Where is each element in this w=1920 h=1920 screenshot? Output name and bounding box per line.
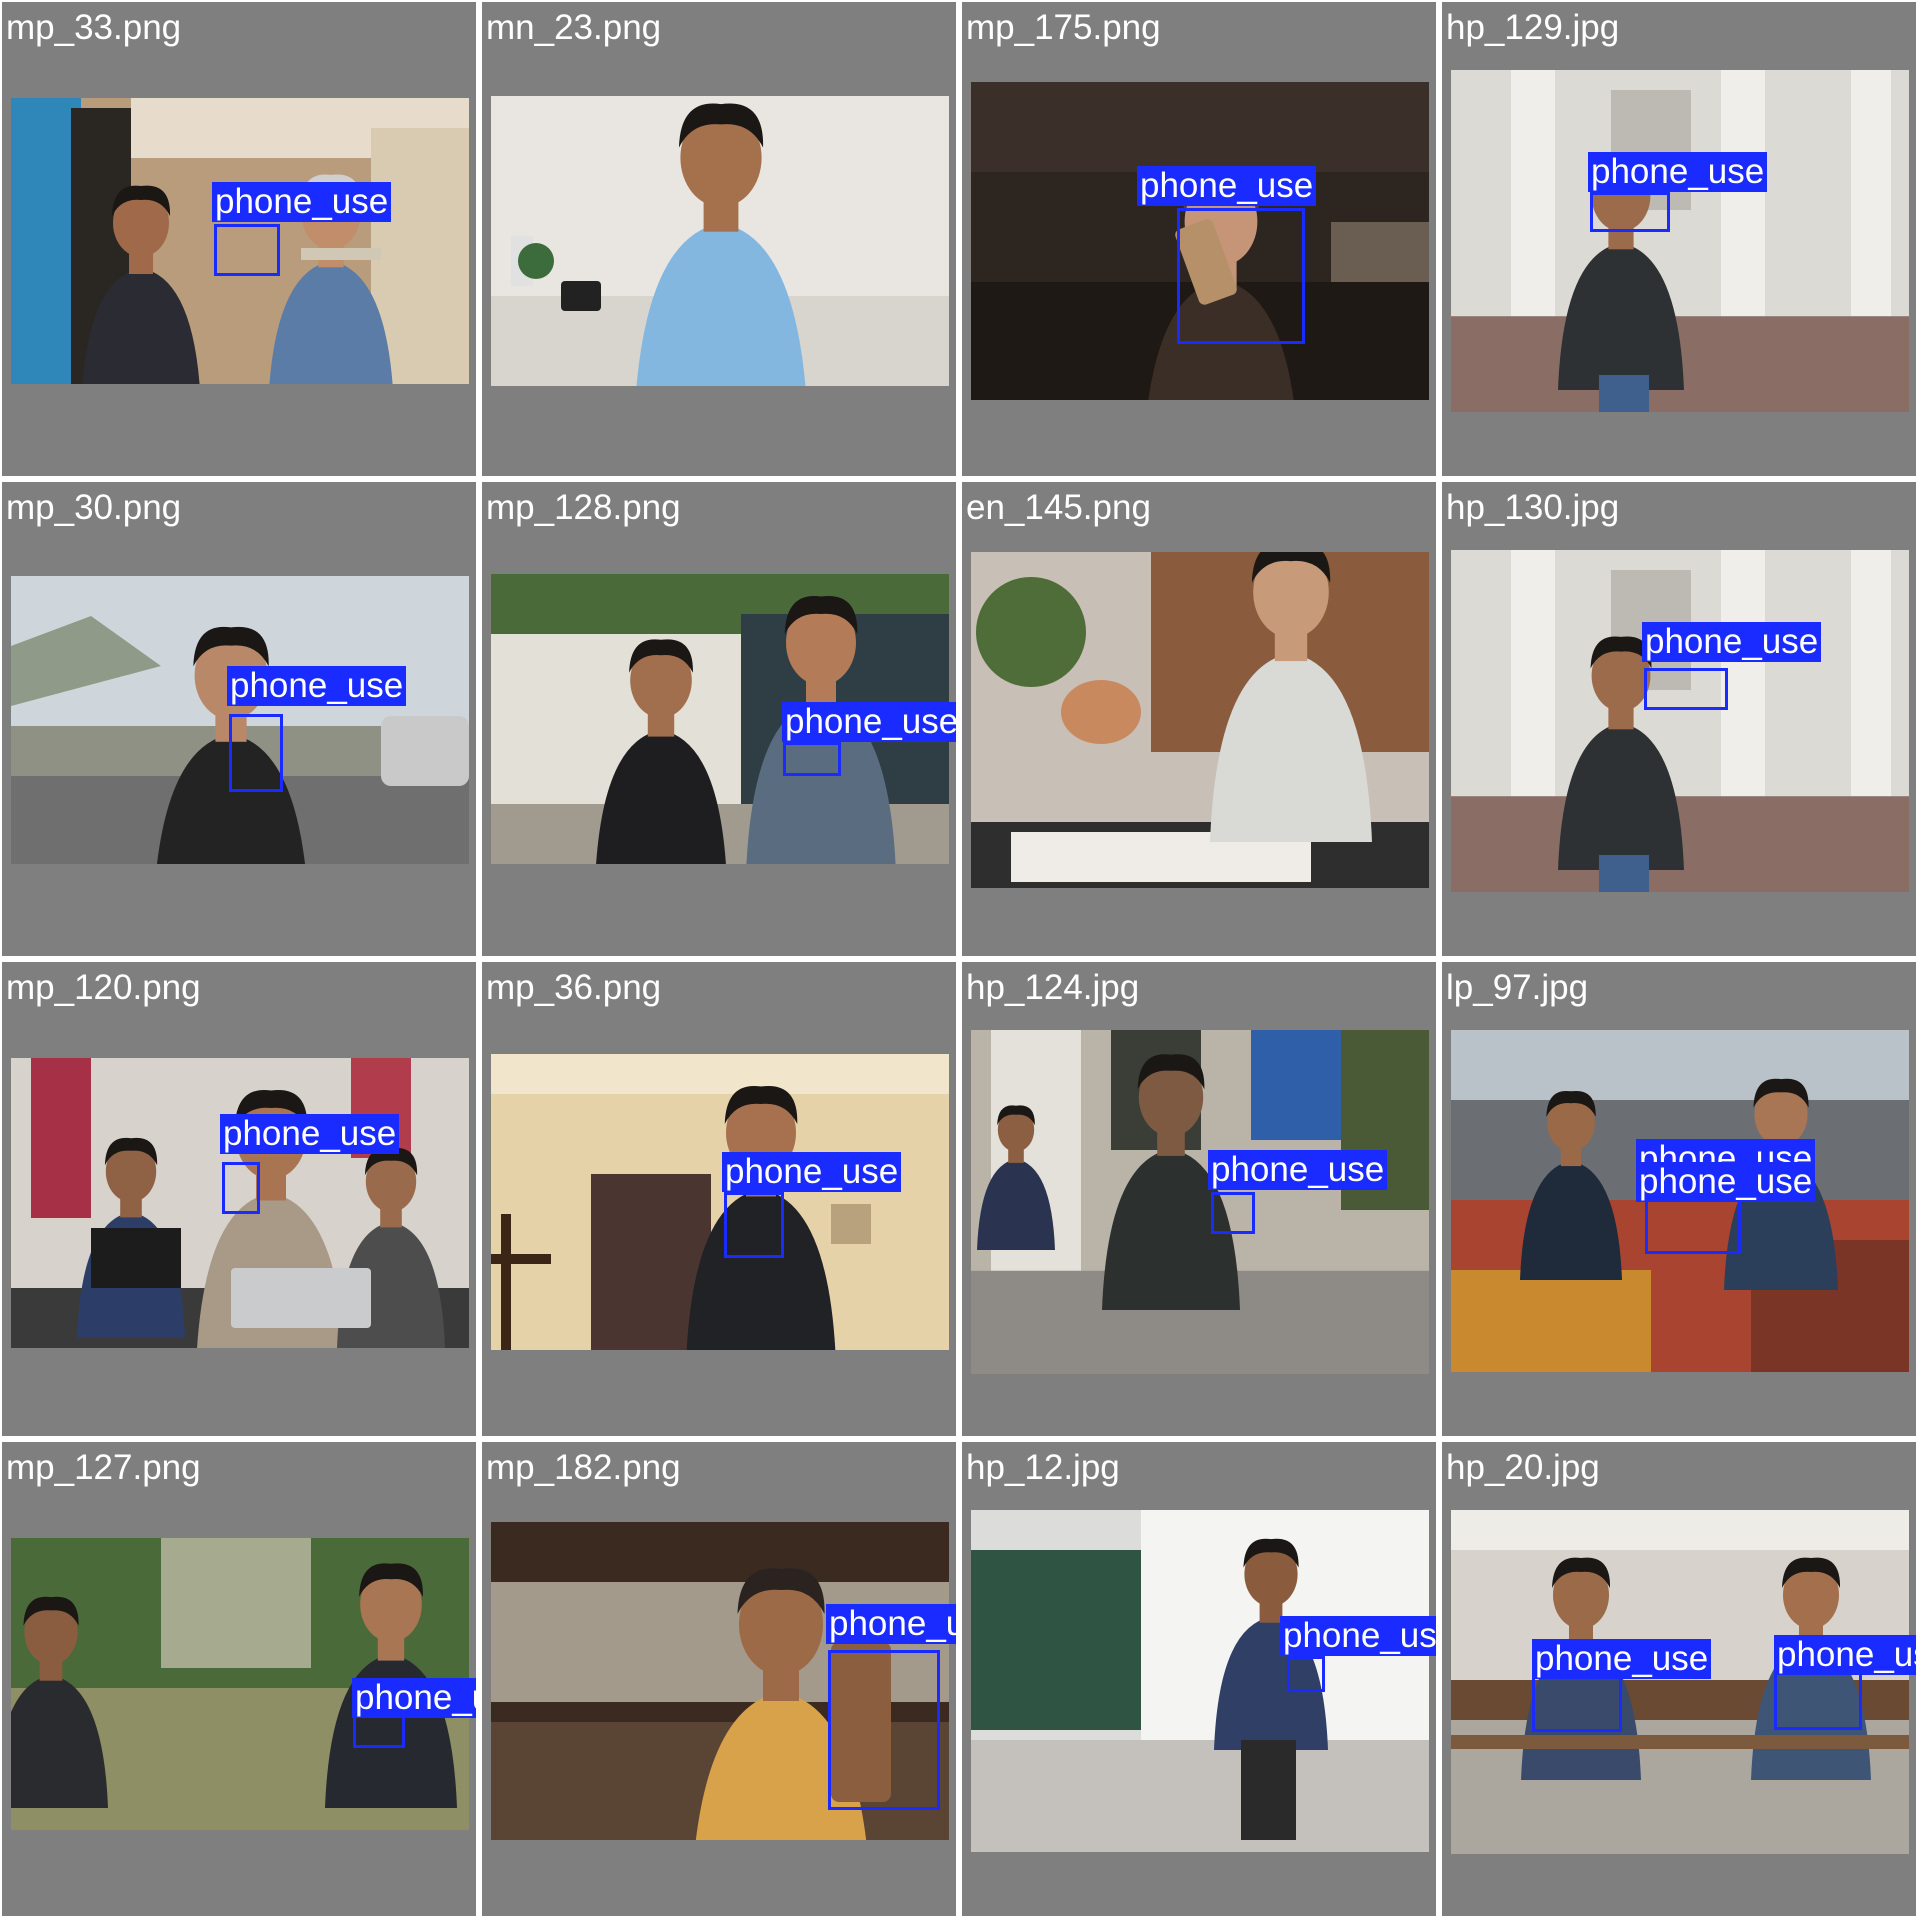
detection-label: phone_use xyxy=(1208,1150,1388,1190)
detection-label: phone_use xyxy=(1636,1162,1816,1202)
detection-box xyxy=(1287,1656,1325,1692)
grid-tile: mp_33.png phone_use xyxy=(2,2,476,476)
tile-photo[interactable] xyxy=(1451,550,1909,892)
tile-filename: hp_20.jpg xyxy=(1446,1448,1600,1487)
detection-box xyxy=(1774,1672,1862,1730)
photo-scene xyxy=(971,1030,1429,1374)
grid-tile: mp_127.png phone_use xyxy=(2,1442,476,1916)
tile-photo[interactable] xyxy=(971,1510,1429,1852)
photo-scene xyxy=(491,1054,949,1350)
grid-tile: mp_36.png phone_use xyxy=(482,962,956,1436)
tile-photo[interactable] xyxy=(971,552,1429,888)
tile-filename: mp_128.png xyxy=(486,488,681,527)
detection-box xyxy=(222,1162,260,1214)
tile-filename: hp_12.jpg xyxy=(966,1448,1120,1487)
grid-tile: lp_97.jpg phone_use phone_use xyxy=(1442,962,1916,1436)
tile-filename: mp_175.png xyxy=(966,8,1161,47)
photo-scene xyxy=(1451,550,1909,892)
tile-filename: mp_127.png xyxy=(6,1448,201,1487)
detection-label: phone_use xyxy=(1280,1616,1436,1656)
photo-scene xyxy=(1451,70,1909,412)
detection-box xyxy=(1590,192,1670,232)
detection-box xyxy=(214,224,280,276)
detection-label: phone_use xyxy=(220,1114,400,1154)
photo-scene xyxy=(971,1510,1429,1852)
grid-tile: mp_175.png phone_use xyxy=(962,2,1436,476)
detection-label: phone_use xyxy=(352,1678,476,1718)
tile-filename: hp_124.jpg xyxy=(966,968,1140,1007)
detection-label: phone_use xyxy=(722,1152,902,1192)
detection-label: phone_use xyxy=(227,666,407,706)
tile-filename: lp_97.jpg xyxy=(1446,968,1589,1007)
tile-photo[interactable] xyxy=(1451,70,1909,412)
grid-tile: hp_20.jpg phone_use phone_use xyxy=(1442,1442,1916,1916)
detection-box xyxy=(229,714,283,792)
detection-label: phone_use xyxy=(212,182,392,222)
detection-label: phone_use xyxy=(826,1604,956,1644)
detection-box xyxy=(783,742,841,776)
tile-filename: hp_129.jpg xyxy=(1446,8,1620,47)
grid-tile: hp_12.jpg phone_use xyxy=(962,1442,1436,1916)
detection-box xyxy=(1211,1192,1255,1234)
photo-scene xyxy=(491,96,949,386)
detection-box xyxy=(1532,1676,1622,1732)
tile-filename: mp_182.png xyxy=(486,1448,681,1487)
tile-filename: hp_130.jpg xyxy=(1446,488,1620,527)
tile-filename: mp_36.png xyxy=(486,968,662,1007)
grid-tile: mp_182.png phone_use xyxy=(482,1442,956,1916)
detection-label: phone_use xyxy=(1642,622,1822,662)
tile-photo[interactable] xyxy=(491,96,949,386)
tile-filename: mp_33.png xyxy=(6,8,182,47)
grid-tile: mp_128.png phone_use xyxy=(482,482,956,956)
detection-box xyxy=(724,1192,784,1258)
grid-tile: mp_120.png phone_use xyxy=(2,962,476,1436)
tile-filename: mp_30.png xyxy=(6,488,182,527)
detection-label: phone_use xyxy=(782,702,956,742)
grid-tile: mp_30.png phone_use xyxy=(2,482,476,956)
grid-tile: mn_23.png xyxy=(482,2,956,476)
grid-tile: hp_130.jpg phone_use xyxy=(1442,482,1916,956)
detection-label: phone_use xyxy=(1532,1639,1712,1679)
tile-photo[interactable] xyxy=(491,1054,949,1350)
image-grid: mp_33.png phone_use mn_23.png mp_175.png xyxy=(0,0,1920,1920)
tile-filename: en_145.png xyxy=(966,488,1151,527)
detection-label: phone_use xyxy=(1137,166,1317,206)
grid-tile: hp_129.jpg phone_use xyxy=(1442,2,1916,476)
tile-filename: mn_23.png xyxy=(486,8,662,47)
grid-tile: en_145.png xyxy=(962,482,1436,956)
detection-box xyxy=(1177,208,1305,344)
tile-filename: mp_120.png xyxy=(6,968,201,1007)
detection-label: phone_use xyxy=(1774,1635,1916,1675)
grid-tile: hp_124.jpg phone_use xyxy=(962,962,1436,1436)
detection-label: phone_use xyxy=(1588,152,1768,192)
photo-scene xyxy=(971,552,1429,888)
tile-photo[interactable] xyxy=(971,1030,1429,1374)
detection-box xyxy=(1644,668,1728,710)
detection-box xyxy=(828,1650,940,1810)
